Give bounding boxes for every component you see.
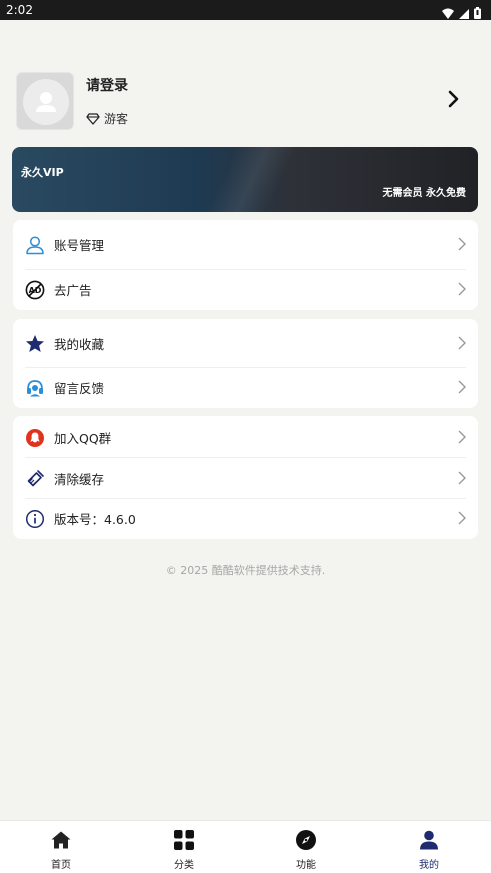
banner-shine xyxy=(192,147,312,212)
no-ads-icon: AD xyxy=(25,280,45,300)
menu-label-account: 账号管理 xyxy=(54,238,105,253)
user-icon xyxy=(399,829,459,851)
profile-arrow-icon[interactable] xyxy=(448,90,460,112)
avatar-placeholder xyxy=(23,79,69,125)
grid-icon xyxy=(154,829,214,851)
broom-icon xyxy=(25,469,45,489)
diamond-icon xyxy=(86,112,100,125)
menu-item-remove-ads[interactable]: AD 去广告 xyxy=(25,269,466,310)
chevron-right-icon xyxy=(458,429,466,448)
menu-label-remove-ads: 去广告 xyxy=(54,283,92,298)
status-time: 2:02 xyxy=(6,3,33,17)
login-prompt[interactable]: 请登录 xyxy=(86,75,128,95)
menu-label-clear-cache: 清除缓存 xyxy=(54,472,105,487)
menu-card-misc: 加入QQ群 清除缓存 版本号：4.6.0 xyxy=(13,416,478,539)
tab-label-category: 分类 xyxy=(174,860,194,871)
star-icon xyxy=(25,334,45,354)
vip-subtitle: 无需会员 永久免费 xyxy=(382,188,466,199)
chevron-right-icon xyxy=(458,335,466,354)
chevron-right-icon xyxy=(458,510,466,529)
home-icon xyxy=(31,829,91,851)
tab-home[interactable]: 首页 xyxy=(31,829,91,871)
menu-item-account[interactable]: 账号管理 xyxy=(25,224,466,265)
compass-icon xyxy=(276,829,336,851)
vip-title: 永久VIP xyxy=(21,166,64,179)
battery-icon xyxy=(474,4,481,23)
tab-label-mine: 我的 xyxy=(419,860,439,871)
qq-icon xyxy=(25,428,45,448)
avatar[interactable] xyxy=(16,72,74,130)
user-icon xyxy=(25,235,45,255)
tab-label-features: 功能 xyxy=(296,860,316,871)
chevron-right-icon xyxy=(458,236,466,255)
chevron-right-icon xyxy=(458,379,466,398)
menu-item-version[interactable]: 版本号：4.6.0 xyxy=(25,498,466,539)
profile-header[interactable]: 请登录 游客 xyxy=(16,72,478,132)
menu-card-account: 账号管理 AD 去广告 xyxy=(13,220,478,310)
user-role: 游客 xyxy=(86,110,128,127)
copyright-text: © 2025 酷酷软件提供技术支持. xyxy=(165,564,326,577)
menu-item-join-qq[interactable]: 加入QQ群 xyxy=(25,417,466,458)
tab-label-home: 首页 xyxy=(51,860,71,871)
tab-features[interactable]: 功能 xyxy=(276,829,336,871)
status-bar: 2:02 xyxy=(0,0,491,20)
bottom-tab-bar: 首页 分类 功能 我的 xyxy=(0,820,491,873)
chevron-right-icon xyxy=(458,281,466,300)
vip-banner[interactable]: 永久VIP 无需会员 永久免费 xyxy=(12,147,478,212)
headset-icon xyxy=(25,378,45,398)
menu-label-join-qq: 加入QQ群 xyxy=(54,431,112,446)
user-role-label: 游客 xyxy=(104,112,129,126)
menu-label-feedback: 留言反馈 xyxy=(54,381,105,396)
menu-label-version: 版本号：4.6.0 xyxy=(54,512,136,527)
chevron-right-icon xyxy=(458,470,466,489)
menu-item-clear-cache[interactable]: 清除缓存 xyxy=(25,458,466,499)
wifi-icon xyxy=(442,4,454,23)
menu-item-favorites[interactable]: 我的收藏 xyxy=(25,323,466,364)
user-silhouette-icon xyxy=(36,92,56,112)
signal-icon xyxy=(459,4,469,23)
tab-category[interactable]: 分类 xyxy=(154,829,214,871)
menu-card-social: 我的收藏 留言反馈 xyxy=(13,319,478,408)
info-icon xyxy=(25,509,45,529)
tab-mine[interactable]: 我的 xyxy=(399,829,459,871)
status-icons xyxy=(442,4,481,23)
menu-label-favorites: 我的收藏 xyxy=(54,337,105,352)
menu-item-feedback[interactable]: 留言反馈 xyxy=(25,367,466,408)
